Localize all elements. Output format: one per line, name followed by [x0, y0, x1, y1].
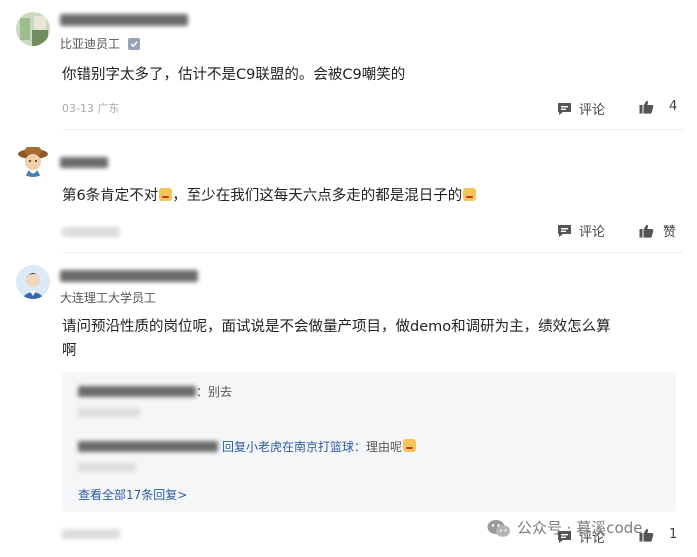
grin-emoji-icon	[159, 188, 173, 201]
wechat-icon	[487, 519, 510, 537]
avatar[interactable]	[16, 265, 50, 299]
comment-date-redacted	[62, 227, 120, 237]
comment-icon	[558, 224, 571, 237]
comment-date-redacted	[62, 529, 120, 539]
verified-badge-icon	[127, 38, 140, 53]
comment-button[interactable]: 评论	[557, 99, 605, 118]
smile-emoji-icon	[403, 439, 417, 452]
person-avatar-icon	[16, 265, 50, 299]
like-button[interactable]: 赞	[639, 221, 676, 240]
comment-text-line1: 请问预沿性质的岗位呢，面试说是不会做量产项目，做demo和调研为主，绩效怎么算	[62, 319, 611, 335]
user-badge: 大连理工大学员工	[60, 291, 157, 305]
thumbs-up-icon	[639, 100, 654, 114]
reply-meta-redacted	[78, 463, 136, 472]
reply-item[interactable]: 回复小老虎在南京打篮球：理由呢	[78, 438, 417, 455]
divider	[62, 129, 683, 130]
reply-item[interactable]: ：别去	[78, 383, 232, 400]
view-all-replies-link[interactable]: 查看全部17条回复>	[78, 486, 187, 503]
like-button[interactable]: 1	[639, 527, 677, 542]
grin-emoji-icon	[463, 188, 477, 201]
comment-button[interactable]: 评论	[557, 221, 605, 240]
cowboy-avatar-icon	[16, 143, 50, 177]
comment-text-line2: 啊	[62, 343, 77, 359]
reply-meta-redacted	[78, 408, 140, 417]
reply-username-redacted	[78, 386, 196, 397]
username-redacted	[60, 157, 108, 168]
comment-text: 你错别字太多了，估计不是C9联盟的。会被C9嘲笑的	[62, 67, 406, 83]
reply-username-redacted	[78, 441, 218, 452]
divider	[62, 252, 683, 253]
comment-icon	[558, 102, 571, 115]
like-button[interactable]: 4	[639, 99, 677, 114]
photo-avatar-icon	[16, 12, 50, 46]
user-badge: 比亚迪员工	[60, 35, 140, 53]
reply-to-link[interactable]: 回复小老虎在南京打篮球	[222, 440, 354, 454]
avatar[interactable]	[16, 12, 50, 46]
watermark: 公众号 · 暮溪code	[487, 517, 642, 538]
avatar[interactable]	[16, 143, 50, 177]
username-redacted	[60, 270, 198, 282]
comment-text: 第6条肯定不对 ，至少在我们这每天六点多走的都是混日子的	[62, 183, 477, 209]
comment-date-location: 03-13 广东	[62, 102, 120, 115]
reply-box: ：别去 回复小老虎在南京打篮球：理由呢 查看全部17条回复>	[62, 372, 676, 512]
username-redacted	[60, 14, 188, 26]
thumbs-up-icon	[639, 224, 654, 238]
